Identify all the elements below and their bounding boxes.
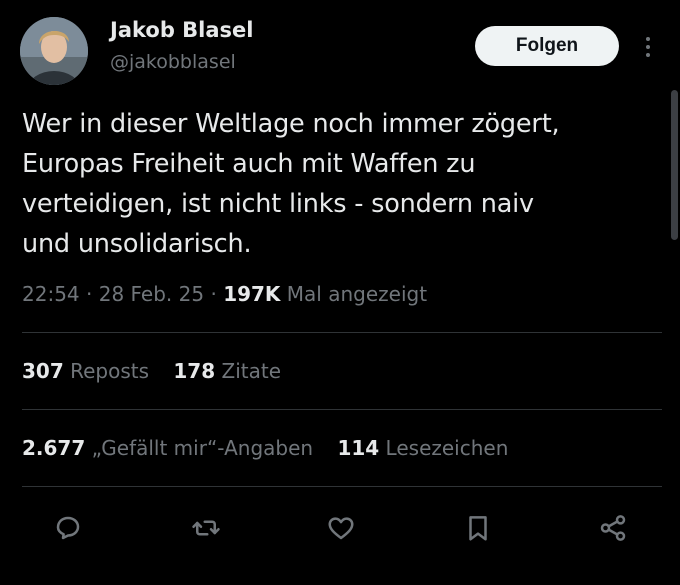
tweet-meta: 22:54 · 28 Feb. 25 · 197K Mal angezeigt — [22, 282, 427, 306]
bookmarks-label: Lesezeichen — [385, 436, 509, 460]
reposts-count: 307 — [22, 359, 64, 383]
stats-row-reposts: 307 Reposts 178 Zitate — [22, 359, 299, 383]
divider — [22, 332, 662, 333]
tweet-date[interactable]: 28 Feb. 25 — [99, 282, 204, 306]
tweet-text-line: verteidigen, ist nicht links - sondern n… — [22, 189, 534, 219]
action-bar — [0, 508, 680, 554]
reply-icon[interactable] — [48, 508, 88, 548]
likes-label: „Gefällt mir“-Angaben — [91, 436, 314, 460]
tweet-text: Wer in dieser Weltlage noch immer zögert… — [22, 104, 662, 264]
reposts-label: Reposts — [70, 359, 150, 383]
likes-count: 2.677 — [22, 436, 86, 460]
divider — [22, 486, 662, 487]
divider — [22, 409, 662, 410]
bookmarks-count: 114 — [337, 436, 380, 460]
bookmarks-stat[interactable]: 114 Lesezeichen — [337, 436, 508, 460]
quotes-label: Zitate — [221, 359, 282, 383]
follow-button[interactable]: Folgen — [475, 26, 619, 66]
reposts-stat[interactable]: 307 Reposts — [22, 359, 149, 383]
bookmark-icon[interactable] — [458, 508, 498, 548]
stats-row-likes: 2.677 „Gefällt mir“-Angaben 114 Lesezeic… — [22, 436, 526, 460]
repost-icon[interactable] — [186, 508, 226, 548]
meta-separator: · — [210, 282, 217, 306]
scrollbar[interactable] — [671, 90, 678, 240]
tweet-text-line: Wer in dieser Weltlage noch immer zögert… — [22, 109, 560, 139]
views-count: 197K — [223, 282, 281, 306]
display-name[interactable]: Jakob Blasel — [110, 18, 253, 42]
tweet-text-line: und unsolidarisch. — [22, 229, 252, 259]
avatar[interactable] — [20, 17, 88, 85]
more-vertical-icon[interactable] — [636, 30, 660, 64]
tweet-time[interactable]: 22:54 — [22, 282, 80, 306]
share-icon[interactable] — [593, 508, 633, 548]
quotes-stat[interactable]: 178 Zitate — [173, 359, 281, 383]
like-icon[interactable] — [321, 508, 361, 548]
quotes-count: 178 — [173, 359, 216, 383]
likes-stat[interactable]: 2.677 „Gefällt mir“-Angaben — [22, 436, 313, 460]
tweet-text-line: Europas Freiheit auch mit Waffen zu — [22, 149, 476, 179]
user-handle[interactable]: @jakobblasel — [110, 51, 236, 73]
views-label: Mal angezeigt — [286, 282, 428, 306]
meta-separator: · — [86, 282, 93, 306]
tweet: Jakob Blasel @jakobblasel Folgen Wer in … — [0, 0, 680, 585]
